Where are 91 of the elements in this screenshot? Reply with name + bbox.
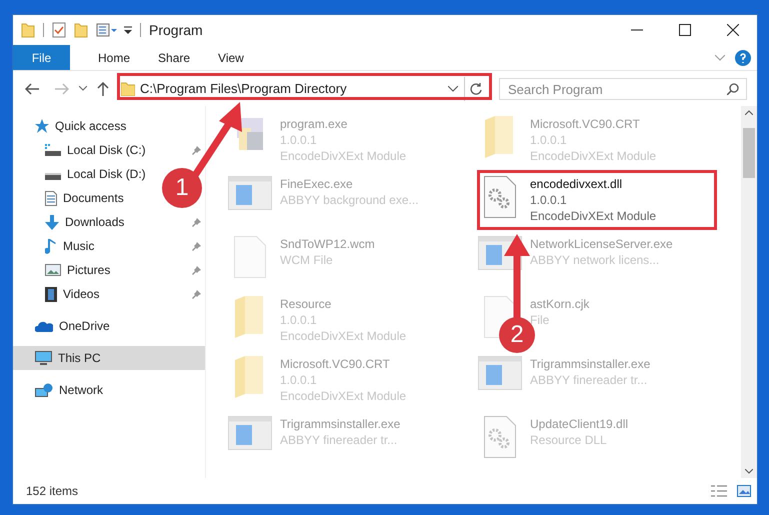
nav-label[interactable]: Documents: [63, 189, 124, 207]
scroll-down-icon[interactable]: [745, 469, 753, 474]
file-description: ABBYY finereader tr...: [530, 372, 648, 388]
nav-label[interactable]: This PC: [58, 349, 101, 367]
folder-icon: [121, 82, 135, 96]
file-description: EncodeDivXExt Module: [280, 148, 406, 164]
scrollbar[interactable]: [741, 106, 757, 478]
pin-icon[interactable]: [192, 218, 201, 226]
help-icon[interactable]: [735, 50, 751, 66]
up-arrow-icon[interactable]: [97, 82, 109, 96]
file-name: Microsoft.VC90.CRT: [280, 356, 391, 372]
folder-icon: [485, 116, 515, 158]
scrollbar-thumb[interactable]: [743, 128, 755, 178]
chevron-down-icon[interactable]: [79, 86, 87, 91]
ribbon-tab[interactable]: Share: [144, 45, 204, 70]
nav-label[interactable]: Videos: [63, 285, 100, 303]
window-title: Program: [149, 20, 203, 40]
film-icon: [45, 286, 57, 302]
pin-icon[interactable]: [192, 290, 201, 298]
file-description: ABBYY background exe...: [280, 192, 419, 208]
gear-file-icon: [484, 416, 516, 458]
file-name: Trigrammsinstaller.exe: [530, 356, 650, 372]
address-path: C:\Program Files\Program Directory: [140, 80, 347, 98]
file-version: 1.0.0.1: [280, 372, 318, 388]
nav-label[interactable]: Downloads: [65, 213, 124, 231]
folder-icon: [235, 356, 265, 398]
file-name: program.exe: [280, 116, 348, 132]
window-icon: [478, 356, 522, 390]
file-version: 1.0.0.1: [280, 132, 318, 148]
ribbon-tab[interactable]: View: [204, 45, 258, 70]
gear-file-icon: [484, 176, 516, 218]
ribbon-tab[interactable]: Home: [84, 45, 144, 70]
pin-icon[interactable]: [192, 266, 201, 274]
nav-label[interactable]: Network: [59, 381, 104, 399]
window-icon: [228, 416, 272, 450]
file-name: astKorn.cjk: [530, 296, 590, 312]
maximize-icon[interactable]: [679, 24, 691, 36]
nav-label[interactable]: OneDrive: [59, 317, 110, 335]
file-name: UpdateClient19.dll: [530, 416, 628, 432]
file-name: Microsoft.VC90.CRT: [530, 116, 641, 132]
dropdown-icon[interactable]: [124, 25, 132, 35]
nav-item[interactable]: This PC: [13, 346, 205, 370]
file-description: WCM File: [280, 252, 334, 268]
file-description: ABBYY finereader tr...: [280, 432, 398, 448]
window-icon: [228, 176, 272, 210]
nav-label[interactable]: Local Disk (C:): [67, 141, 146, 159]
large-icons-view-icon[interactable]: [737, 485, 751, 497]
file-version: 1.0.0.1: [530, 132, 568, 148]
file-name: NetworkLicenseServer.exe: [530, 236, 673, 252]
file-description: EncodeDivXExt Module: [530, 208, 656, 224]
nav-label[interactable]: Local Disk (D:): [67, 165, 146, 183]
file-description: ABBYY network licens...: [530, 252, 660, 268]
file-icon: [234, 236, 266, 278]
chevron-down-icon[interactable]: [448, 86, 458, 92]
network-icon: [35, 382, 53, 398]
file-menu-tab[interactable]: File: [13, 45, 70, 70]
file-name: Resource: [280, 296, 332, 312]
music-note-icon: [45, 238, 57, 254]
document-icon: [45, 190, 57, 206]
search-icon[interactable]: [727, 82, 739, 94]
monitor-icon: [35, 351, 52, 365]
item-count: 152 items: [26, 483, 78, 500]
checklist-icon[interactable]: [52, 22, 66, 38]
back-arrow-icon[interactable]: [25, 82, 39, 94]
file-description: Resource DLL: [530, 432, 608, 448]
file-version: 1.0.0.1: [280, 312, 318, 328]
folder-icon: [235, 296, 265, 338]
download-arrow-icon: [45, 214, 59, 230]
close-icon[interactable]: [727, 24, 739, 36]
drive-icon: [45, 144, 61, 156]
details-view-icon[interactable]: [711, 485, 727, 497]
refresh-icon[interactable]: [470, 82, 482, 94]
file-name: FineExec.exe: [280, 176, 354, 192]
pin-icon[interactable]: [192, 242, 201, 250]
nav-label[interactable]: Music: [63, 237, 94, 255]
search-field[interactable]: Search Program: [499, 78, 747, 100]
scroll-up-icon[interactable]: [745, 110, 753, 115]
file-description: EncodeDivXExt Module: [280, 388, 406, 404]
file-description: EncodeDivXExt Module: [280, 328, 406, 344]
cloud-icon: [35, 320, 53, 332]
file-name: Trigrammsinstaller.exe: [280, 416, 400, 432]
file-name: encodedivxext.dll: [530, 176, 624, 192]
picture-icon: [45, 264, 61, 276]
file-name: SndToWP12.wcm: [280, 236, 375, 252]
pin-icon[interactable]: [192, 146, 201, 154]
star-icon: [35, 119, 49, 133]
file-description: EncodeDivXExt Module: [530, 148, 656, 164]
properties-icon[interactable]: [96, 23, 118, 37]
nav-label[interactable]: Quick access: [55, 117, 126, 135]
nav-label[interactable]: Pictures: [67, 261, 110, 279]
file-version: 1.0.0.1: [530, 192, 568, 208]
